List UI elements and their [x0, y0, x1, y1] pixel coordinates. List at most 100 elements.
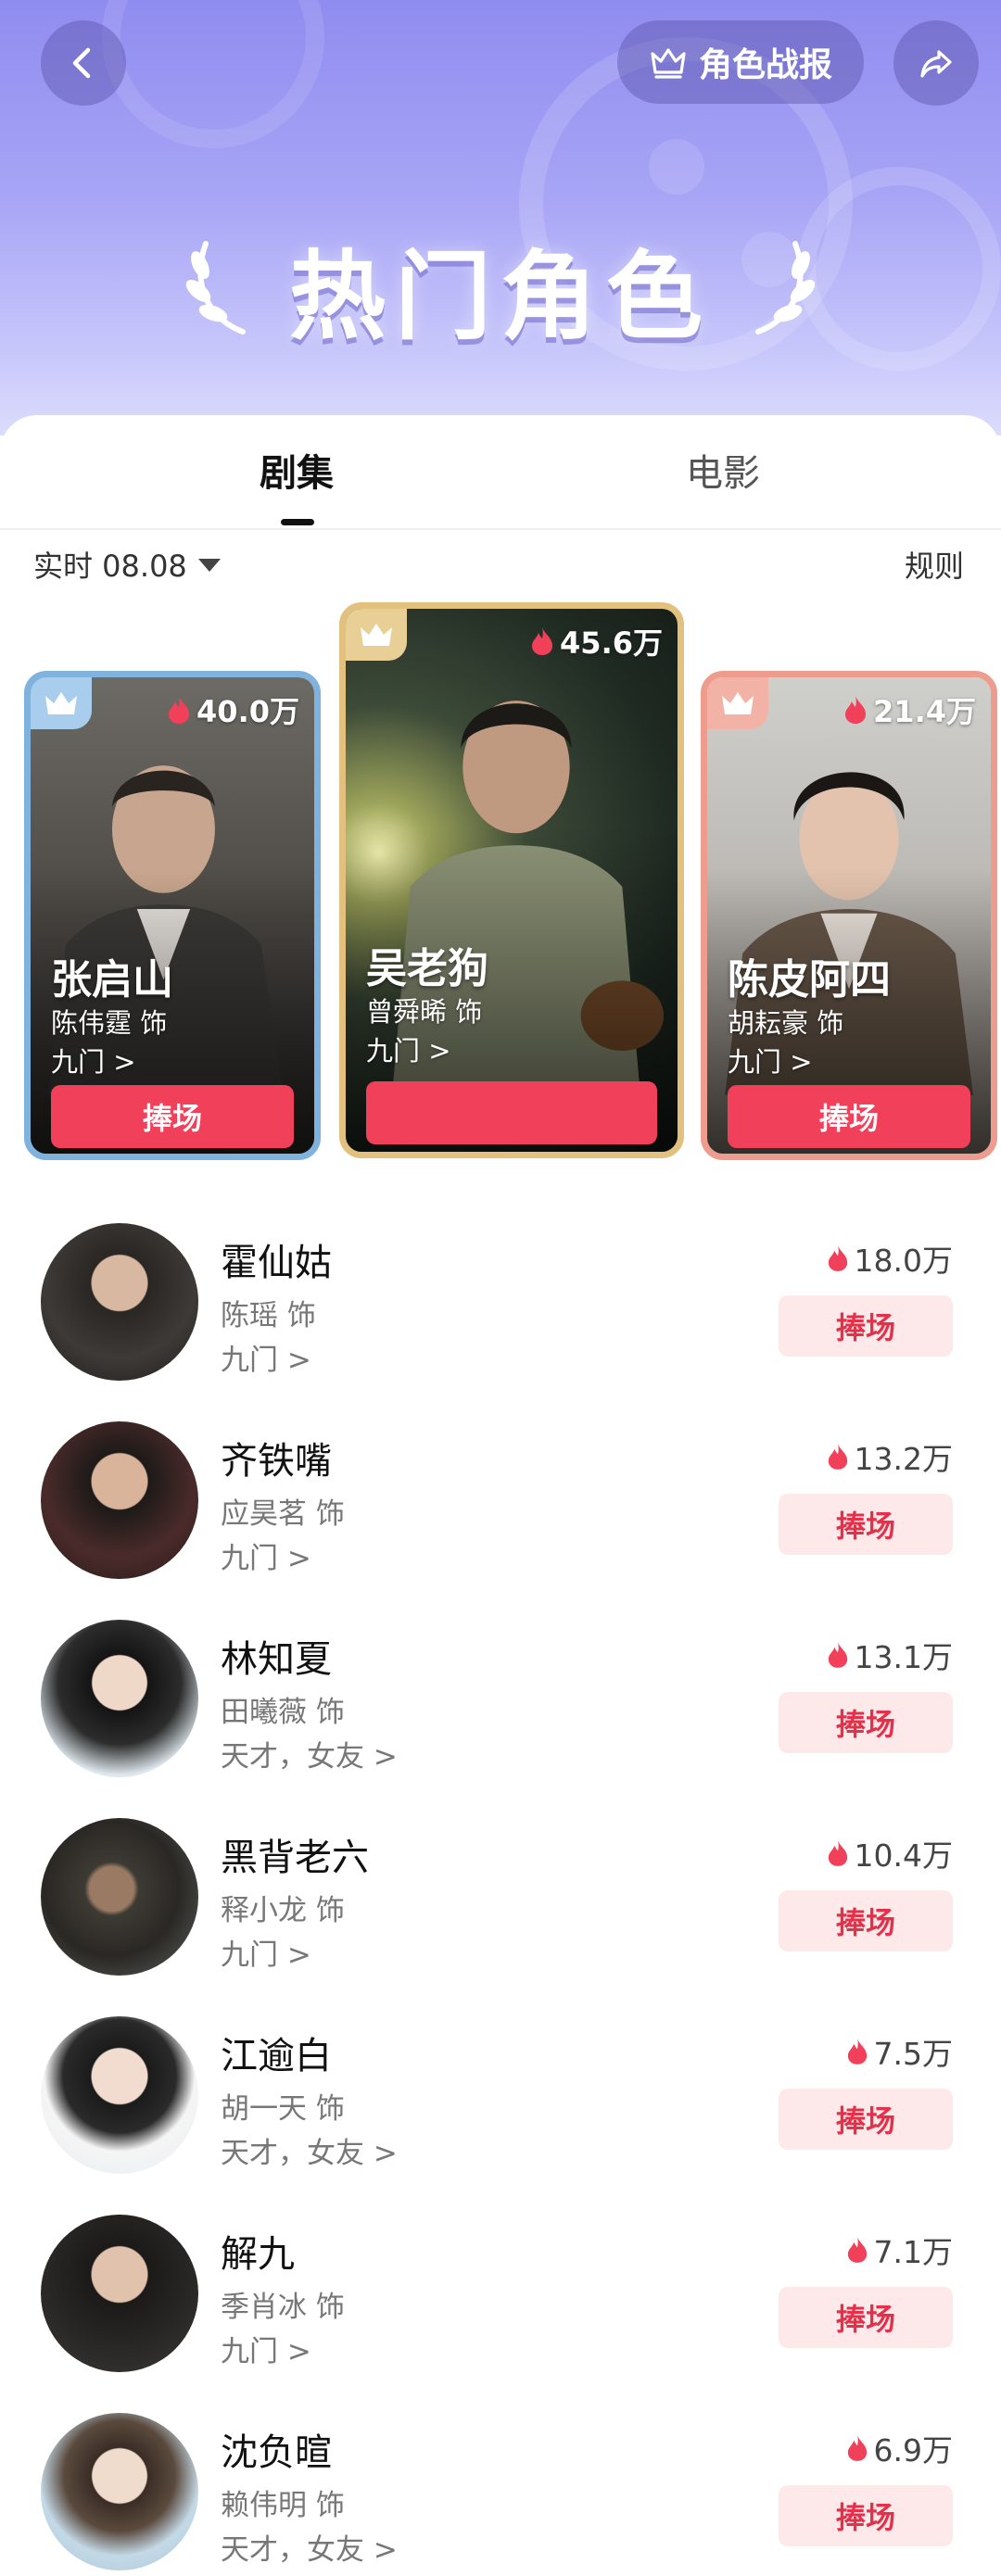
- laurel-left-icon: [178, 230, 261, 345]
- heat-value: 18.0万: [827, 1236, 953, 1281]
- avatar: [41, 2215, 198, 2372]
- caret-down-icon: [197, 559, 221, 572]
- cheer-button[interactable]: 捧场: [779, 1494, 953, 1555]
- heat-value: 7.5万: [846, 2029, 953, 2074]
- character-name: 齐铁嘴: [221, 1440, 332, 1483]
- crown-icon: [361, 624, 392, 646]
- rules-link[interactable]: 规则: [905, 543, 964, 586]
- flame-icon: [828, 1642, 847, 1668]
- realtime-date-selector[interactable]: 实时 08.08: [33, 543, 221, 586]
- drama-link[interactable]: 九门 >: [728, 1041, 813, 1080]
- cheer-button[interactable]: 捧场: [779, 2089, 953, 2150]
- avatar: [41, 2016, 198, 2174]
- crown-badge: [346, 609, 407, 661]
- list-item[interactable]: 齐铁嘴 应昊茗 饰 九门 > 13.2万 捧场: [0, 1394, 1001, 1592]
- heat-value: 7.1万: [846, 2228, 953, 2272]
- share-icon: [920, 50, 952, 78]
- role-report-label: 角色战报: [698, 46, 832, 84]
- tab-series[interactable]: 剧集: [158, 443, 436, 508]
- avatar: [41, 1223, 198, 1381]
- cheer-button[interactable]: 捧场: [779, 2485, 953, 2546]
- tab-movies[interactable]: 电影: [584, 443, 862, 508]
- cheer-button[interactable]: 捧场: [728, 1085, 970, 1148]
- actor-name: 释小龙 饰: [221, 1894, 345, 1927]
- crown-icon: [722, 692, 754, 714]
- character-name: 霍仙姑: [221, 1242, 332, 1284]
- actor-name: 赖伟明 饰: [221, 2489, 345, 2522]
- list-item[interactable]: 沈负暄 赖伟明 饰 天才，女友 > 6.9万 捧场: [0, 2385, 1001, 2576]
- list-item[interactable]: 江逾白 胡一天 饰 天才，女友 > 7.5万 捧场: [0, 1989, 1001, 2187]
- cheer-button[interactable]: 捧场: [779, 2287, 953, 2348]
- category-tabs: 剧集 电影: [0, 415, 1001, 530]
- actor-name: 曾舜晞 饰: [366, 996, 483, 1028]
- back-button[interactable]: [41, 20, 126, 106]
- top-card-rank-1[interactable]: 45.6万 吴老狗 曾舜晞 饰 九门 >: [339, 602, 684, 1158]
- crown-badge: [31, 677, 92, 729]
- heat-value: 40.0万: [167, 688, 299, 731]
- laurel-right-icon: [740, 230, 823, 345]
- actor-name: 胡耘豪 饰: [728, 1007, 844, 1039]
- top-card-rank-2[interactable]: 40.0万 张启山 陈伟霆 饰 九门 > 捧场: [24, 671, 321, 1160]
- cheer-button[interactable]: 捧场: [779, 1295, 953, 1357]
- character-name: 吴老狗: [366, 945, 488, 992]
- list-item[interactable]: 解九 季肖冰 饰 九门 > 7.1万 捧场: [0, 2187, 1001, 2385]
- crown-badge: [707, 677, 768, 729]
- drama-link[interactable]: 九门 >: [221, 1931, 311, 1973]
- tabs-divider: [0, 528, 1001, 530]
- cheer-button[interactable]: 捧场: [51, 1085, 294, 1148]
- cheer-button[interactable]: [366, 1081, 657, 1144]
- drama-link[interactable]: 九门 >: [51, 1041, 136, 1080]
- heat-value: 10.4万: [827, 1831, 953, 1875]
- character-name: 沈负暄: [221, 2431, 332, 2474]
- character-name: 张启山: [51, 956, 173, 1004]
- content-sheet: 剧集 电影 实时 08.08 规则 40.0万 张启山 陈伟霆 饰 九门 > 捧…: [0, 415, 1001, 2576]
- list-item[interactable]: 黑背老六 释小龙 饰 九门 > 10.4万 捧场: [0, 1790, 1001, 1989]
- character-name: 林知夏: [221, 1638, 332, 1681]
- avatar: [41, 2413, 198, 2570]
- cheer-button[interactable]: 捧场: [779, 1692, 953, 1753]
- actor-name: 陈伟霆 饰: [51, 1007, 168, 1039]
- page-title: 热门角色: [288, 239, 712, 353]
- share-button[interactable]: [893, 20, 979, 106]
- film-reel-decoration: [102, 0, 324, 148]
- list-item[interactable]: 林知夏 田曦薇 饰 天才，女友 > 13.1万 捧场: [0, 1592, 1001, 1790]
- list-item[interactable]: 霍仙姑 陈瑶 饰 九门 > 18.0万 捧场: [0, 1195, 1001, 1394]
- character-name: 解九: [221, 2233, 295, 2276]
- crown-icon: [45, 692, 77, 714]
- drama-link[interactable]: 天才，女友 >: [221, 2129, 398, 2171]
- flame-icon: [828, 1245, 847, 1271]
- drama-link[interactable]: 九门 >: [221, 1534, 311, 1576]
- cheer-button[interactable]: 捧场: [779, 1890, 953, 1951]
- crown-icon: [651, 48, 686, 79]
- actor-name: 应昊茗 饰: [221, 1497, 345, 1531]
- avatar: [41, 1620, 198, 1777]
- flame-icon: [847, 2237, 867, 2263]
- heat-value: 13.2万: [827, 1434, 953, 1479]
- drama-link[interactable]: 九门 >: [221, 1336, 311, 1378]
- flame-icon: [845, 696, 867, 724]
- actor-name: 季肖冰 饰: [221, 2291, 345, 2324]
- actor-name: 陈瑶 饰: [221, 1299, 316, 1332]
- heat-value: 13.1万: [827, 1633, 953, 1677]
- actor-name: 胡一天 饰: [221, 2092, 345, 2126]
- flame-icon: [828, 1444, 847, 1470]
- heat-value: 21.4万: [843, 688, 976, 731]
- drama-link[interactable]: 天才，女友 >: [221, 1733, 398, 1774]
- hero-title-group: 热门角色: [0, 222, 1001, 353]
- character-name: 黑背老六: [221, 1837, 369, 1879]
- heat-value: 6.9万: [846, 2426, 953, 2470]
- drama-link[interactable]: 九门 >: [366, 1029, 451, 1068]
- top-card-rank-3[interactable]: 21.4万 陈皮阿四 胡耘豪 饰 九门 > 捧场: [701, 671, 997, 1160]
- flame-icon: [847, 2039, 867, 2065]
- character-name: 陈皮阿四: [728, 956, 891, 1004]
- character-name: 江逾白: [221, 2035, 332, 2077]
- actor-name: 田曦薇 饰: [221, 1696, 345, 1729]
- active-tab-indicator: [281, 519, 314, 525]
- drama-link[interactable]: 天才，女友 >: [221, 2526, 398, 2568]
- avatar: [41, 1421, 198, 1579]
- role-report-button[interactable]: 角色战报: [617, 20, 864, 104]
- drama-link[interactable]: 九门 >: [221, 2328, 311, 2369]
- flame-icon: [847, 2435, 867, 2461]
- avatar: [41, 1818, 198, 1976]
- reel-hole-decoration: [649, 139, 704, 195]
